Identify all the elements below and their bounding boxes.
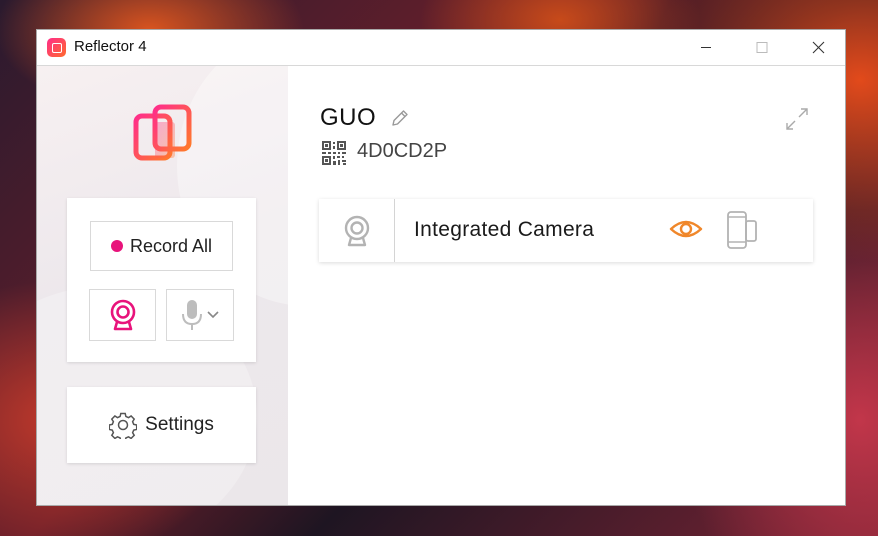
app-window: Reflector 4 Record All Settings GUO 4D0C…	[36, 29, 846, 506]
app-icon	[47, 38, 66, 57]
settings-label: Settings	[145, 414, 214, 435]
maximize-button[interactable]	[739, 30, 785, 65]
source-type-cell	[319, 199, 395, 262]
main-panel: GUO 4D0CD2P Integrated Camera	[288, 66, 845, 505]
qr-code-icon	[322, 141, 346, 165]
gear-icon	[109, 412, 138, 439]
device-name: GUO	[320, 104, 377, 131]
pencil-icon[interactable]	[390, 108, 410, 128]
webcam-icon	[110, 299, 135, 331]
reflector-logo	[133, 104, 192, 161]
device-code: 4D0CD2P	[357, 140, 448, 162]
expand-icon[interactable]	[784, 106, 810, 132]
device-frame-icon[interactable]	[725, 210, 759, 250]
record-all-label: Record All	[129, 235, 213, 256]
webcam-icon	[344, 215, 369, 246]
source-label: Integrated Camera	[414, 218, 595, 241]
microphone-dropdown-button[interactable]	[166, 289, 234, 341]
maximize-icon	[756, 42, 768, 53]
webcam-toggle-button[interactable]	[89, 289, 156, 341]
record-panel: Record All	[67, 198, 256, 362]
record-all-button[interactable]: Record All	[90, 221, 233, 271]
record-dot-icon	[110, 240, 123, 252]
title-bar: Reflector 4	[37, 30, 845, 66]
source-row-integrated-camera[interactable]: Integrated Camera	[319, 199, 813, 262]
close-icon	[812, 41, 825, 54]
microphone-icon	[181, 300, 202, 330]
sidebar: Record All Settings	[37, 66, 288, 505]
window-title: Reflector 4	[74, 38, 147, 55]
chevron-down-icon	[206, 311, 219, 319]
minimize-button[interactable]	[683, 30, 729, 65]
eye-icon[interactable]	[669, 216, 703, 242]
close-button[interactable]	[795, 30, 841, 65]
settings-button[interactable]: Settings	[67, 387, 256, 463]
minimize-icon	[701, 47, 711, 48]
